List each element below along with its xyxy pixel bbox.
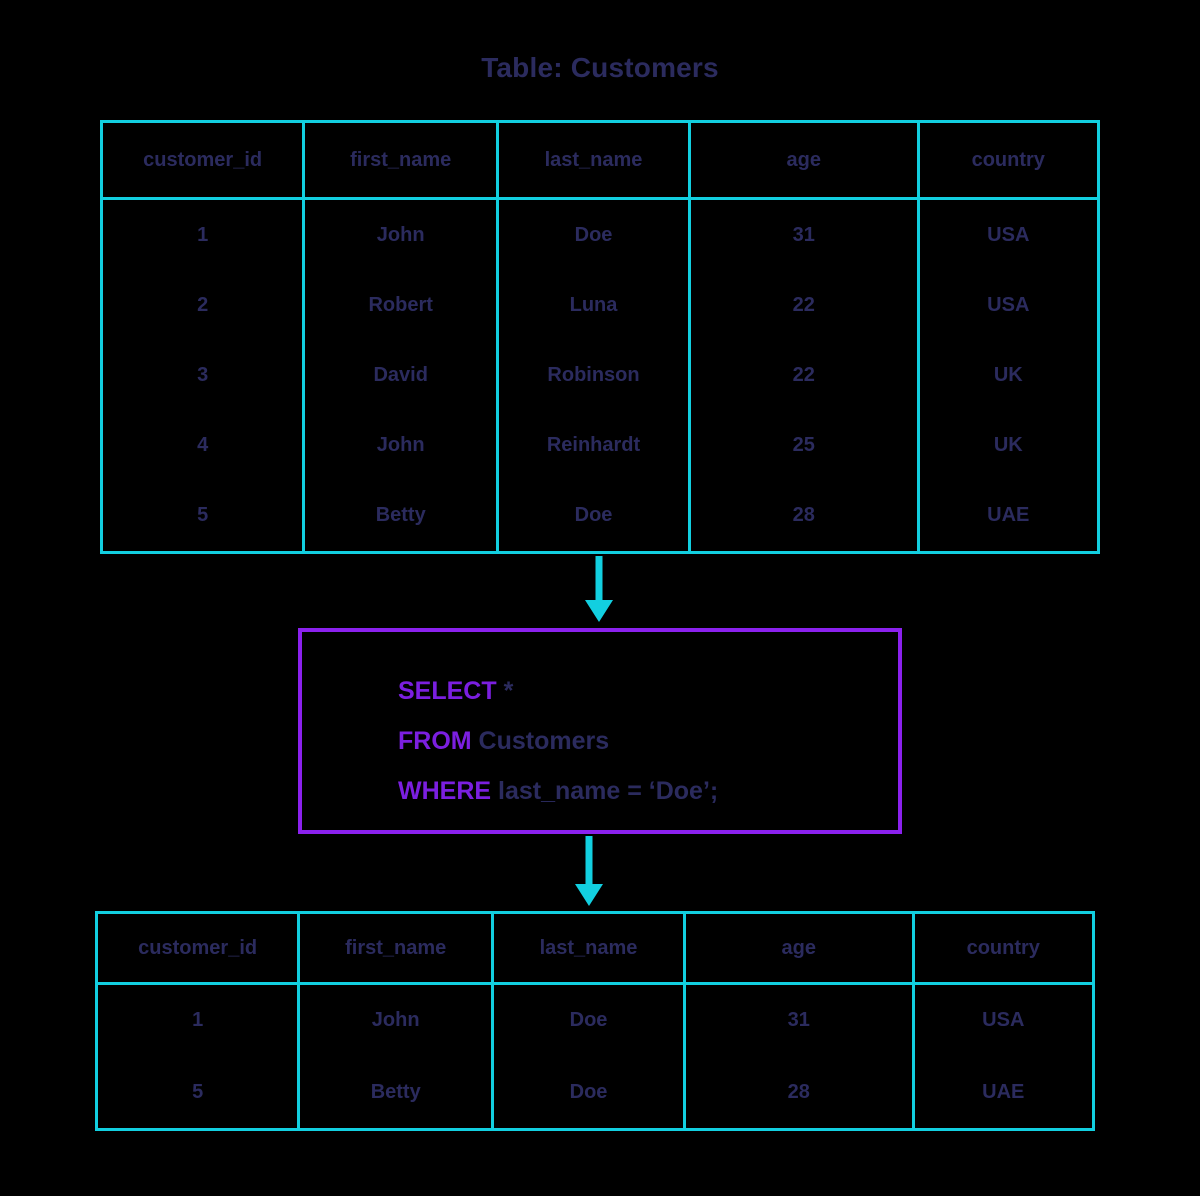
cell-customer-id: 1 <box>103 198 306 271</box>
cell-country: UAE <box>916 480 1097 551</box>
sql-line-select: SELECT * <box>398 666 718 716</box>
cell-last-name: Reinhardt <box>496 410 691 481</box>
cell-first-name: John <box>302 410 500 481</box>
cell-last-name: Doe <box>491 983 686 1057</box>
cell-first-name: David <box>302 340 500 411</box>
cell-customer-id: 2 <box>103 270 306 341</box>
table-row: 2 Robert Luna 22 USA <box>103 270 1097 341</box>
table-row: 1 John Doe 31 USA <box>98 983 1092 1057</box>
table-row: 5 Betty Doe 28 UAE <box>98 1056 1092 1128</box>
cell-age: 31 <box>687 198 920 271</box>
cell-age: 31 <box>682 983 915 1057</box>
cell-customer-id: 5 <box>103 480 306 551</box>
sql-query-code: SELECT * FROM Customers WHERE last_name … <box>398 666 718 816</box>
sql-keyword-select: SELECT <box>398 677 497 705</box>
cell-country: UK <box>916 410 1097 481</box>
cell-age: 28 <box>682 1056 915 1128</box>
column-header-age: age <box>682 914 915 985</box>
table-row: 3 David Robinson 22 UK <box>103 340 1097 411</box>
sql-line-where: WHERE last_name = ‘Doe’; <box>398 766 718 816</box>
arrow-down-icon-query-to-result <box>569 836 609 908</box>
source-table: customer_id first_name last_name age cou… <box>100 120 1100 554</box>
column-header-first-name: first_name <box>302 123 500 200</box>
sql-keyword-from: FROM <box>398 727 472 755</box>
sql-query-box: SELECT * FROM Customers WHERE last_name … <box>298 628 902 834</box>
cell-last-name: Doe <box>491 1056 686 1128</box>
column-header-country: country <box>911 914 1092 985</box>
table-row: 1 John Doe 31 USA <box>103 198 1097 271</box>
column-header-first-name: first_name <box>297 914 495 985</box>
sql-expression-from: Customers <box>471 727 610 755</box>
cell-customer-id: 3 <box>103 340 306 411</box>
cell-country: USA <box>916 270 1097 341</box>
cell-customer-id: 4 <box>103 410 306 481</box>
cell-last-name: Luna <box>496 270 691 341</box>
cell-first-name: John <box>302 198 500 271</box>
cell-country: USA <box>916 198 1097 271</box>
sql-keyword-where: WHERE <box>398 777 492 805</box>
table-header-row: customer_id first_name last_name age cou… <box>103 123 1097 200</box>
column-header-age: age <box>687 123 920 200</box>
cell-country: UAE <box>911 1056 1092 1128</box>
cell-age: 28 <box>687 480 920 551</box>
cell-first-name: Betty <box>297 1056 495 1128</box>
sql-line-from: FROM Customers <box>398 716 718 766</box>
column-header-country: country <box>916 123 1097 200</box>
result-table: customer_id first_name last_name age cou… <box>95 911 1095 1131</box>
cell-age: 25 <box>687 410 920 481</box>
cell-age: 22 <box>687 270 920 341</box>
sql-expression-where: last_name = ‘Doe’; <box>491 777 719 805</box>
column-header-customer-id: customer_id <box>98 914 301 985</box>
cell-first-name: John <box>297 983 495 1057</box>
arrow-down-icon-source-to-query <box>579 556 619 624</box>
cell-last-name: Doe <box>496 198 691 271</box>
cell-last-name: Doe <box>496 480 691 551</box>
cell-country: USA <box>911 983 1092 1057</box>
cell-customer-id: 1 <box>98 983 301 1057</box>
column-header-last-name: last_name <box>491 914 686 985</box>
column-header-customer-id: customer_id <box>103 123 306 200</box>
cell-last-name: Robinson <box>496 340 691 411</box>
table-header-row: customer_id first_name last_name age cou… <box>98 914 1092 985</box>
cell-country: UK <box>916 340 1097 411</box>
cell-age: 22 <box>687 340 920 411</box>
page-title: Table: Customers <box>481 52 719 83</box>
column-header-last-name: last_name <box>496 123 691 200</box>
cell-customer-id: 5 <box>98 1056 301 1128</box>
table-row: 5 Betty Doe 28 UAE <box>103 480 1097 551</box>
cell-first-name: Robert <box>302 270 500 341</box>
cell-first-name: Betty <box>302 480 500 551</box>
sql-expression-select: * <box>496 677 514 705</box>
table-row: 4 John Reinhardt 25 UK <box>103 410 1097 481</box>
